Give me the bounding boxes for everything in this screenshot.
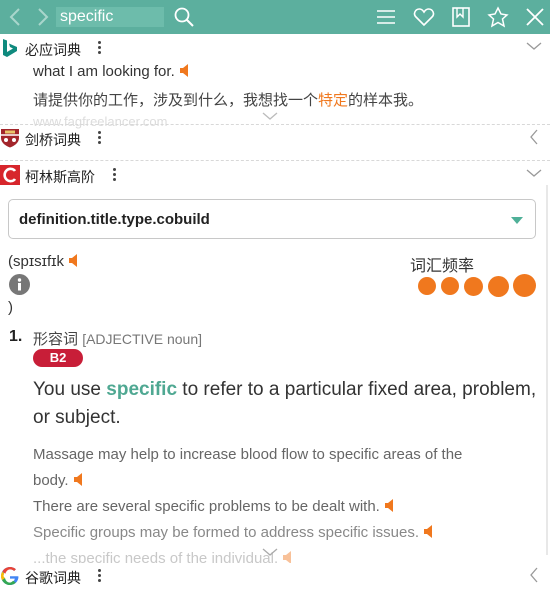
- scrollbar[interactable]: [546, 185, 548, 555]
- speaker-icon[interactable]: [424, 525, 435, 538]
- bing-example-zh: 请提供你的工作，涉及到什么，我想找一个特定的样本我。: [33, 89, 423, 110]
- collins-logo: [0, 165, 20, 185]
- google-dict-name: 谷歌词典: [25, 570, 81, 586]
- google-collapse-icon[interactable]: [526, 567, 542, 583]
- bing-dict-header[interactable]: 必应词典: [0, 37, 550, 59]
- definition-type-value: definition.title.type.cobuild: [19, 211, 210, 228]
- cambridge-dict-name: 剑桥词典: [25, 132, 81, 148]
- pos-en: [ADJECTIVE noun]: [82, 331, 203, 347]
- bookmark-icon[interactable]: [449, 5, 473, 29]
- divider: [0, 160, 550, 161]
- search-icon[interactable]: [172, 5, 196, 29]
- bing-more-icon[interactable]: [95, 39, 103, 57]
- menu-icon[interactable]: [374, 5, 398, 29]
- collins-dict-name: 柯林斯高阶: [25, 169, 95, 185]
- bing-collapse-icon[interactable]: [526, 38, 542, 54]
- example-2-text: There are several specific problems to b…: [33, 498, 380, 515]
- info-icon[interactable]: [9, 274, 30, 295]
- close-icon[interactable]: [523, 5, 547, 29]
- google-logo: [0, 566, 20, 586]
- bing-example-en: what I am looking for.: [33, 63, 191, 80]
- collins-more-icon[interactable]: [110, 166, 118, 184]
- toolbar: [0, 0, 550, 34]
- bing-expand-icon[interactable]: [262, 108, 278, 124]
- pronunciation: (spɪsɪfɪk: [8, 253, 80, 270]
- example-1-cont-text: body.: [33, 472, 69, 489]
- divider: [0, 124, 550, 125]
- collins-collapse-icon[interactable]: [526, 165, 542, 181]
- frequency-dot: [464, 277, 483, 296]
- example-1-cont: body.: [33, 472, 85, 489]
- speaker-icon[interactable]: [73, 473, 85, 486]
- pin-icon[interactable]: [486, 5, 510, 29]
- speaker-icon[interactable]: [384, 499, 396, 512]
- frequency-label: 词汇频率: [410, 258, 475, 275]
- cambridge-more-icon[interactable]: [95, 129, 103, 147]
- pronunciation-text: (spɪsɪfɪk: [8, 253, 65, 270]
- pos-zh: 形容词: [33, 331, 79, 348]
- collins-dict-header[interactable]: 柯林斯高阶: [0, 164, 550, 186]
- frequency-dot: [418, 277, 436, 295]
- bing-example-zh-post: 的样本我。: [348, 92, 424, 109]
- frequency-dot: [441, 277, 459, 295]
- bing-logo: [0, 38, 20, 58]
- example-2: There are several specific problems to b…: [33, 498, 396, 515]
- speaker-icon[interactable]: [69, 254, 80, 267]
- part-of-speech: 形容词 [ADJECTIVE noun]: [33, 328, 202, 349]
- speaker-icon[interactable]: [179, 64, 191, 77]
- search-input[interactable]: [56, 7, 164, 27]
- sense-number: 1.: [9, 328, 23, 345]
- cambridge-logo: [0, 128, 20, 148]
- heart-icon[interactable]: [412, 5, 436, 29]
- bing-example-zh-pre: 请提供你的工作，涉及到什么，我想找一个: [33, 92, 319, 109]
- definition: You use specific to refer to a particula…: [33, 379, 536, 401]
- cambridge-collapse-icon[interactable]: [526, 129, 542, 145]
- bing-example-zh-highlight: 特定: [318, 92, 349, 109]
- google-more-icon[interactable]: [95, 567, 103, 585]
- definition-headword: specific: [106, 379, 178, 400]
- back-arrow-icon[interactable]: [4, 5, 28, 29]
- frequency-dot: [513, 274, 536, 297]
- dropdown-arrow-icon[interactable]: [511, 217, 523, 224]
- example-3-text: Specific groups may be formed to address…: [33, 524, 420, 541]
- pronunciation-close: ): [8, 299, 13, 316]
- google-dict-header[interactable]: 谷歌词典: [0, 565, 550, 587]
- cambridge-dict-header[interactable]: 剑桥词典: [0, 127, 550, 149]
- definition-post: to refer to a particular fixed area, pro…: [177, 379, 537, 400]
- bing-example-en-text: what I am looking for.: [33, 63, 175, 80]
- bing-dict-name: 必应词典: [25, 42, 81, 58]
- example-3: Specific groups may be formed to address…: [33, 524, 435, 541]
- definition-line2: or subject.: [33, 407, 121, 428]
- collins-expand-icon[interactable]: [262, 544, 278, 560]
- example-1: Massage may help to increase blood flow …: [33, 446, 463, 463]
- forward-arrow-icon[interactable]: [30, 5, 54, 29]
- level-badge: B2: [33, 349, 83, 367]
- definition-type-select[interactable]: definition.title.type.cobuild: [8, 199, 536, 239]
- definition-pre: You use: [33, 379, 107, 400]
- frequency-dot: [488, 276, 509, 297]
